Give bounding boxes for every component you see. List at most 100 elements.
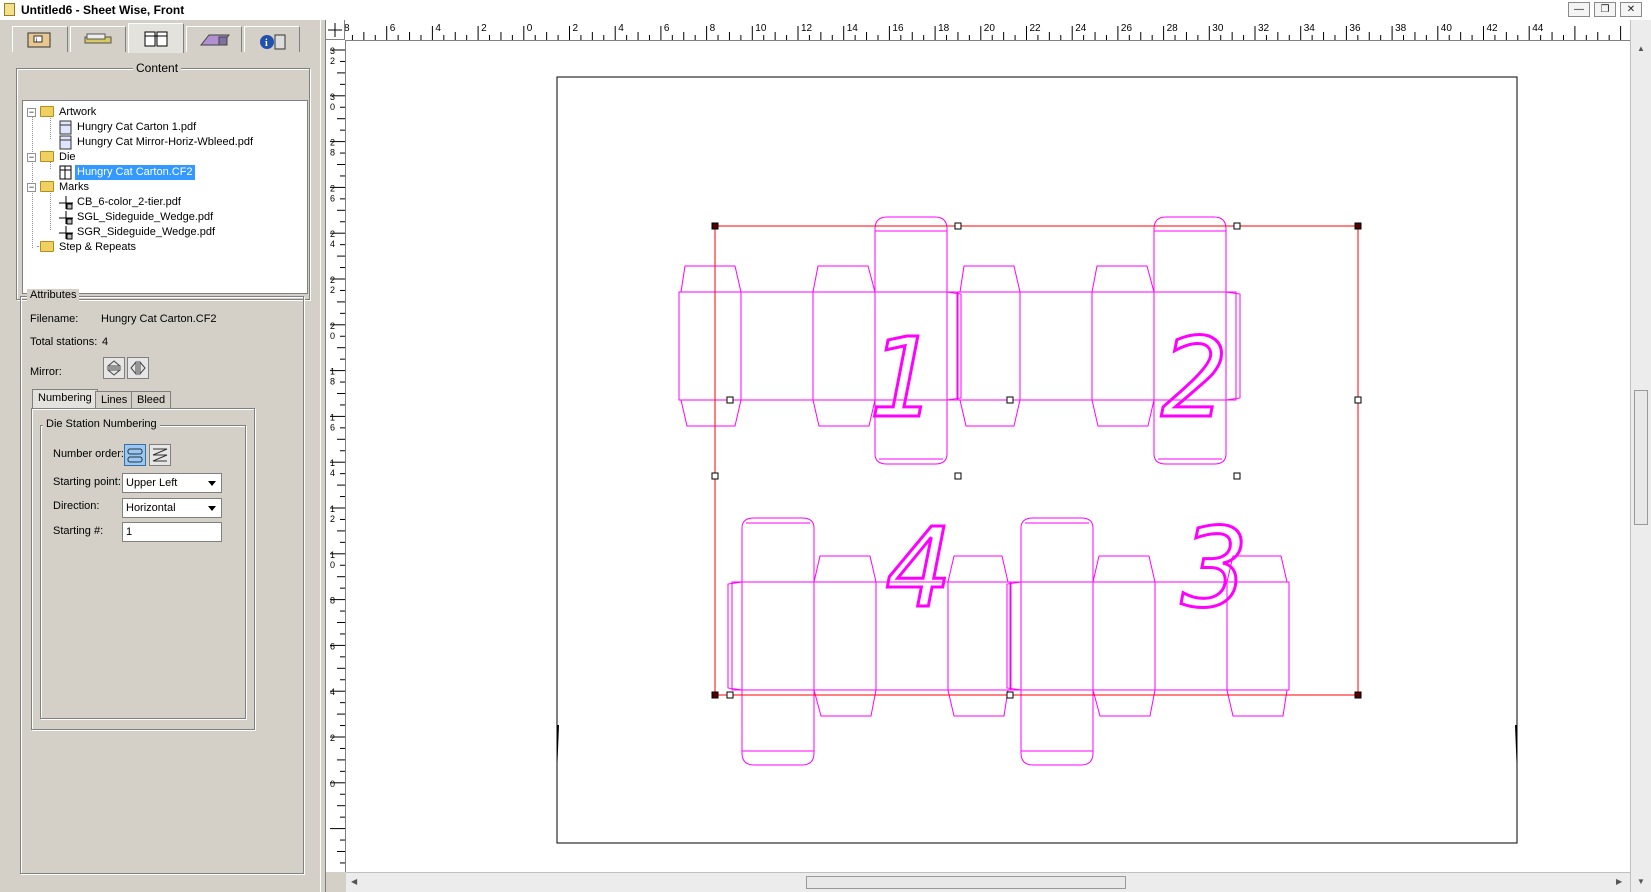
starting-point-select[interactable]: Upper Left — [122, 473, 222, 493]
horizontal-ruler-ticks: 8642024681012141618202224262830323436384… — [345, 23, 1622, 40]
folder-icon — [40, 151, 54, 162]
close-button[interactable]: ✕ — [1620, 2, 1642, 17]
left-panel: i i Content − Artwork Hungry Cat Carton … — [0, 20, 320, 892]
vertical-scrollbar[interactable]: ▲ ▼ — [1630, 20, 1651, 892]
collapse-icon[interactable]: − — [27, 183, 36, 192]
ruler-label: 2 — [330, 275, 335, 285]
tree-item-artwork-file[interactable]: Hungry Cat Carton 1.pdf — [23, 120, 307, 135]
horizontal-scroll-thumb[interactable] — [806, 876, 1126, 889]
ruler-label: 0 — [330, 331, 335, 341]
layout-canvas[interactable]: 1 2 3 4 — [346, 41, 1630, 872]
total-stations-value: 4 — [102, 336, 109, 348]
station-number: 1 — [868, 314, 934, 442]
order-row-button[interactable] — [124, 444, 146, 466]
station-number: 2 — [1161, 314, 1227, 442]
tree-item-mark-file[interactable]: CB_6-color_2-tier.pdf — [23, 195, 307, 210]
selection-handle[interactable] — [1354, 691, 1362, 699]
total-stations-label: Total stations: — [30, 336, 98, 348]
tree-label-selected: Hungry Cat Carton.CF2 — [75, 165, 195, 180]
selection-handle[interactable] — [1233, 222, 1241, 230]
horizontal-scrollbar[interactable]: ◀ ▶ — [346, 872, 1630, 892]
station-number: 4 — [886, 504, 952, 632]
selection-handle[interactable] — [711, 691, 719, 699]
selection-handle[interactable] — [1006, 691, 1014, 699]
filename-label: Filename: — [30, 313, 79, 325]
tree-item-artwork-file[interactable]: Hungry Cat Mirror-Horiz-Wbleed.pdf — [23, 135, 307, 150]
tab-numbering[interactable]: Numbering — [32, 389, 98, 409]
selection-handle[interactable] — [726, 691, 734, 699]
ruler-label: 2 — [330, 56, 335, 66]
svg-text:i: i — [36, 38, 37, 44]
scroll-up-icon[interactable]: ▲ — [1637, 44, 1645, 53]
tree-item-die-file[interactable]: Hungry Cat Carton.CF2 — [23, 165, 307, 180]
minimize-button[interactable]: — — [1568, 2, 1590, 17]
ruler-origin[interactable] — [326, 20, 345, 40]
starting-number-input[interactable] — [122, 522, 222, 542]
tree-label: Step & Repeats — [59, 241, 137, 253]
ruler-label: 2 — [330, 733, 335, 743]
selection-handle[interactable] — [1006, 396, 1014, 404]
ruler-label: 6 — [330, 193, 335, 203]
scroll-down-icon[interactable]: ▼ — [1637, 877, 1645, 886]
scroll-left-icon[interactable]: ◀ — [351, 877, 357, 886]
selection-handle[interactable] — [711, 222, 719, 230]
dropdown-arrow-icon — [208, 506, 216, 511]
tab-content[interactable] — [128, 23, 184, 53]
tree-item-mark-file[interactable]: SGL_Sideguide_Wedge.pdf — [23, 210, 307, 225]
ruler-label: 6 — [390, 23, 396, 34]
vertical-ruler-ticks: 32302826242220181614121086420 — [330, 46, 345, 864]
sheet-layout[interactable]: 1 2 3 4 — [346, 41, 1630, 872]
direction-select[interactable]: Horizontal — [122, 498, 222, 518]
selection-handle[interactable] — [1233, 472, 1241, 480]
ruler-label: 32 — [1258, 23, 1270, 34]
vertical-ruler: 32302826242220181614121086420 — [326, 40, 346, 872]
ruler-label: 1 — [330, 458, 335, 468]
svg-text:i: i — [265, 38, 268, 49]
tab-info[interactable]: i — [244, 26, 300, 52]
mirror-vertical-button[interactable] — [103, 357, 125, 379]
restore-button[interactable]: ❐ — [1594, 2, 1616, 17]
ruler-label: 2 — [330, 138, 335, 148]
selection-handle[interactable] — [1354, 396, 1362, 404]
selection-handle[interactable] — [711, 472, 719, 480]
row-order-icon — [127, 448, 143, 463]
attributes-legend: Attributes — [27, 289, 80, 301]
tree-label: Marks — [59, 181, 89, 193]
window-title: Untitled6 - Sheet Wise, Front — [21, 3, 185, 17]
tree-item-step-repeats[interactable]: Step & Repeats — [23, 240, 307, 255]
ruler-label: 22 — [1030, 23, 1042, 34]
ruler-label: 1 — [330, 550, 335, 560]
selection-handle[interactable] — [1354, 222, 1362, 230]
tree-item-mark-file[interactable]: SGR_Sideguide_Wedge.pdf — [23, 225, 307, 240]
ruler-label: 0 — [330, 102, 335, 112]
scroll-right-icon[interactable]: ▶ — [1616, 877, 1622, 886]
tab-bleed[interactable]: Bleed — [131, 391, 172, 409]
ruler-label: 44 — [1532, 23, 1544, 34]
press-icon — [199, 34, 231, 46]
pdf-artwork-icon — [59, 135, 72, 150]
tab-job[interactable]: i — [12, 26, 68, 52]
tree-item-die[interactable]: − Die — [23, 150, 307, 165]
vertical-scroll-thumb[interactable] — [1634, 390, 1648, 525]
content-tree[interactable]: − Artwork Hungry Cat Carton 1.pdf Hungry… — [22, 100, 308, 294]
station-number: 3 — [1181, 504, 1248, 632]
tree-item-marks[interactable]: − Marks — [23, 180, 307, 195]
collapse-icon[interactable]: − — [27, 108, 36, 117]
ruler-label: 2 — [330, 514, 335, 524]
mark-icon — [59, 196, 73, 210]
mirror-horizontal-button[interactable] — [127, 357, 149, 379]
ruler-label: 8 — [330, 596, 335, 606]
collapse-icon[interactable]: − — [27, 153, 36, 162]
ruler-label: 4 — [330, 239, 335, 249]
tab-press[interactable] — [186, 26, 242, 52]
tree-label: Die — [59, 151, 76, 163]
selection-handle[interactable] — [954, 222, 962, 230]
selection-handle[interactable] — [726, 396, 734, 404]
tab-lines[interactable]: Lines — [95, 391, 134, 409]
content-legend: Content — [133, 61, 182, 75]
tree-item-artwork[interactable]: − Artwork — [23, 105, 307, 120]
selection-handle[interactable] — [954, 472, 962, 480]
direction-label: Direction: — [53, 500, 100, 512]
order-zigzag-button[interactable] — [149, 444, 171, 466]
tab-layout[interactable] — [70, 26, 126, 52]
